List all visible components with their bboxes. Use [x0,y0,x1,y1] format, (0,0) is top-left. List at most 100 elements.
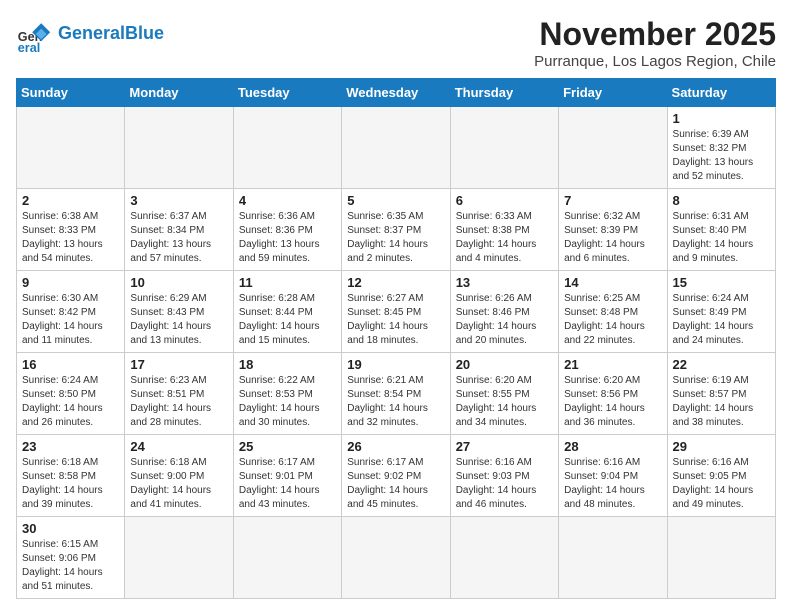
header-sunday: Sunday [17,79,125,107]
day-number: 27 [456,439,553,454]
week-row-5: 23 Sunrise: 6:18 AMSunset: 8:58 PMDaylig… [17,435,776,517]
empty-cell [125,107,233,189]
header-thursday: Thursday [450,79,558,107]
day-info: Sunrise: 6:17 AMSunset: 9:01 PMDaylight:… [239,456,336,512]
day-info: Sunrise: 6:36 AMSunset: 8:36 PMDaylight:… [239,210,336,266]
day-30: 30 Sunrise: 6:15 AMSunset: 9:06 PMDaylig… [17,517,125,599]
day-14: 14 Sunrise: 6:25 AMSunset: 8:48 PMDaylig… [559,271,667,353]
day-28: 28 Sunrise: 6:16 AMSunset: 9:04 PMDaylig… [559,435,667,517]
day-number: 16 [22,357,119,372]
empty-cell [233,517,341,599]
day-number: 24 [130,439,227,454]
week-row-2: 2 Sunrise: 6:38 AMSunset: 8:33 PMDayligh… [17,189,776,271]
location-subtitle: Purranque, Los Lagos Region, Chile [534,53,776,70]
day-info: Sunrise: 6:15 AMSunset: 9:06 PMDaylight:… [22,538,119,594]
day-number: 28 [564,439,661,454]
day-number: 3 [130,193,227,208]
day-info: Sunrise: 6:25 AMSunset: 8:48 PMDaylight:… [564,292,661,348]
day-info: Sunrise: 6:17 AMSunset: 9:02 PMDaylight:… [347,456,444,512]
day-2: 2 Sunrise: 6:38 AMSunset: 8:33 PMDayligh… [17,189,125,271]
day-19: 19 Sunrise: 6:21 AMSunset: 8:54 PMDaylig… [342,353,450,435]
day-info: Sunrise: 6:32 AMSunset: 8:39 PMDaylight:… [564,210,661,266]
weekday-header-row: Sunday Monday Tuesday Wednesday Thursday… [17,79,776,107]
empty-cell [342,517,450,599]
logo-blue: Blue [125,23,164,43]
day-25: 25 Sunrise: 6:17 AMSunset: 9:01 PMDaylig… [233,435,341,517]
day-18: 18 Sunrise: 6:22 AMSunset: 8:53 PMDaylig… [233,353,341,435]
day-6: 6 Sunrise: 6:33 AMSunset: 8:38 PMDayligh… [450,189,558,271]
title-block: November 2025 Purranque, Los Lagos Regio… [534,16,776,70]
empty-cell [125,517,233,599]
day-3: 3 Sunrise: 6:37 AMSunset: 8:34 PMDayligh… [125,189,233,271]
empty-cell [667,517,775,599]
week-row-4: 16 Sunrise: 6:24 AMSunset: 8:50 PMDaylig… [17,353,776,435]
day-info: Sunrise: 6:39 AMSunset: 8:32 PMDaylight:… [673,128,770,184]
day-info: Sunrise: 6:24 AMSunset: 8:50 PMDaylight:… [22,374,119,430]
day-info: Sunrise: 6:16 AMSunset: 9:05 PMDaylight:… [673,456,770,512]
day-info: Sunrise: 6:26 AMSunset: 8:46 PMDaylight:… [456,292,553,348]
day-info: Sunrise: 6:31 AMSunset: 8:40 PMDaylight:… [673,210,770,266]
day-8: 8 Sunrise: 6:31 AMSunset: 8:40 PMDayligh… [667,189,775,271]
empty-cell [450,517,558,599]
day-info: Sunrise: 6:22 AMSunset: 8:53 PMDaylight:… [239,374,336,430]
day-number: 19 [347,357,444,372]
day-15: 15 Sunrise: 6:24 AMSunset: 8:49 PMDaylig… [667,271,775,353]
calendar-table: Sunday Monday Tuesday Wednesday Thursday… [16,78,776,599]
day-info: Sunrise: 6:35 AMSunset: 8:37 PMDaylight:… [347,210,444,266]
header-wednesday: Wednesday [342,79,450,107]
day-info: Sunrise: 6:20 AMSunset: 8:55 PMDaylight:… [456,374,553,430]
day-number: 23 [22,439,119,454]
day-13: 13 Sunrise: 6:26 AMSunset: 8:46 PMDaylig… [450,271,558,353]
day-info: Sunrise: 6:18 AMSunset: 8:58 PMDaylight:… [22,456,119,512]
day-20: 20 Sunrise: 6:20 AMSunset: 8:55 PMDaylig… [450,353,558,435]
day-number: 8 [673,193,770,208]
header-tuesday: Tuesday [233,79,341,107]
day-info: Sunrise: 6:24 AMSunset: 8:49 PMDaylight:… [673,292,770,348]
day-info: Sunrise: 6:16 AMSunset: 9:03 PMDaylight:… [456,456,553,512]
header-saturday: Saturday [667,79,775,107]
day-29: 29 Sunrise: 6:16 AMSunset: 9:05 PMDaylig… [667,435,775,517]
day-9: 9 Sunrise: 6:30 AMSunset: 8:42 PMDayligh… [17,271,125,353]
day-number: 25 [239,439,336,454]
day-number: 10 [130,275,227,290]
day-5: 5 Sunrise: 6:35 AMSunset: 8:37 PMDayligh… [342,189,450,271]
day-info: Sunrise: 6:18 AMSunset: 9:00 PMDaylight:… [130,456,227,512]
header-friday: Friday [559,79,667,107]
day-number: 14 [564,275,661,290]
day-10: 10 Sunrise: 6:29 AMSunset: 8:43 PMDaylig… [125,271,233,353]
day-number: 2 [22,193,119,208]
day-number: 22 [673,357,770,372]
day-info: Sunrise: 6:16 AMSunset: 9:04 PMDaylight:… [564,456,661,512]
svg-text:eral: eral [18,41,40,52]
empty-cell [17,107,125,189]
day-number: 12 [347,275,444,290]
day-info: Sunrise: 6:28 AMSunset: 8:44 PMDaylight:… [239,292,336,348]
day-27: 27 Sunrise: 6:16 AMSunset: 9:03 PMDaylig… [450,435,558,517]
empty-cell [450,107,558,189]
day-info: Sunrise: 6:33 AMSunset: 8:38 PMDaylight:… [456,210,553,266]
day-number: 6 [456,193,553,208]
day-number: 26 [347,439,444,454]
day-number: 7 [564,193,661,208]
day-info: Sunrise: 6:27 AMSunset: 8:45 PMDaylight:… [347,292,444,348]
day-26: 26 Sunrise: 6:17 AMSunset: 9:02 PMDaylig… [342,435,450,517]
day-info: Sunrise: 6:19 AMSunset: 8:57 PMDaylight:… [673,374,770,430]
day-number: 30 [22,521,119,536]
header-monday: Monday [125,79,233,107]
day-17: 17 Sunrise: 6:23 AMSunset: 8:51 PMDaylig… [125,353,233,435]
day-21: 21 Sunrise: 6:20 AMSunset: 8:56 PMDaylig… [559,353,667,435]
day-11: 11 Sunrise: 6:28 AMSunset: 8:44 PMDaylig… [233,271,341,353]
logo: Gen eral GeneralBlue [16,16,164,52]
logo-icon: Gen eral [16,16,52,52]
day-info: Sunrise: 6:37 AMSunset: 8:34 PMDaylight:… [130,210,227,266]
day-22: 22 Sunrise: 6:19 AMSunset: 8:57 PMDaylig… [667,353,775,435]
day-4: 4 Sunrise: 6:36 AMSunset: 8:36 PMDayligh… [233,189,341,271]
empty-cell [233,107,341,189]
day-number: 20 [456,357,553,372]
day-number: 21 [564,357,661,372]
day-number: 5 [347,193,444,208]
day-number: 9 [22,275,119,290]
week-row-3: 9 Sunrise: 6:30 AMSunset: 8:42 PMDayligh… [17,271,776,353]
day-number: 1 [673,111,770,126]
day-info: Sunrise: 6:20 AMSunset: 8:56 PMDaylight:… [564,374,661,430]
